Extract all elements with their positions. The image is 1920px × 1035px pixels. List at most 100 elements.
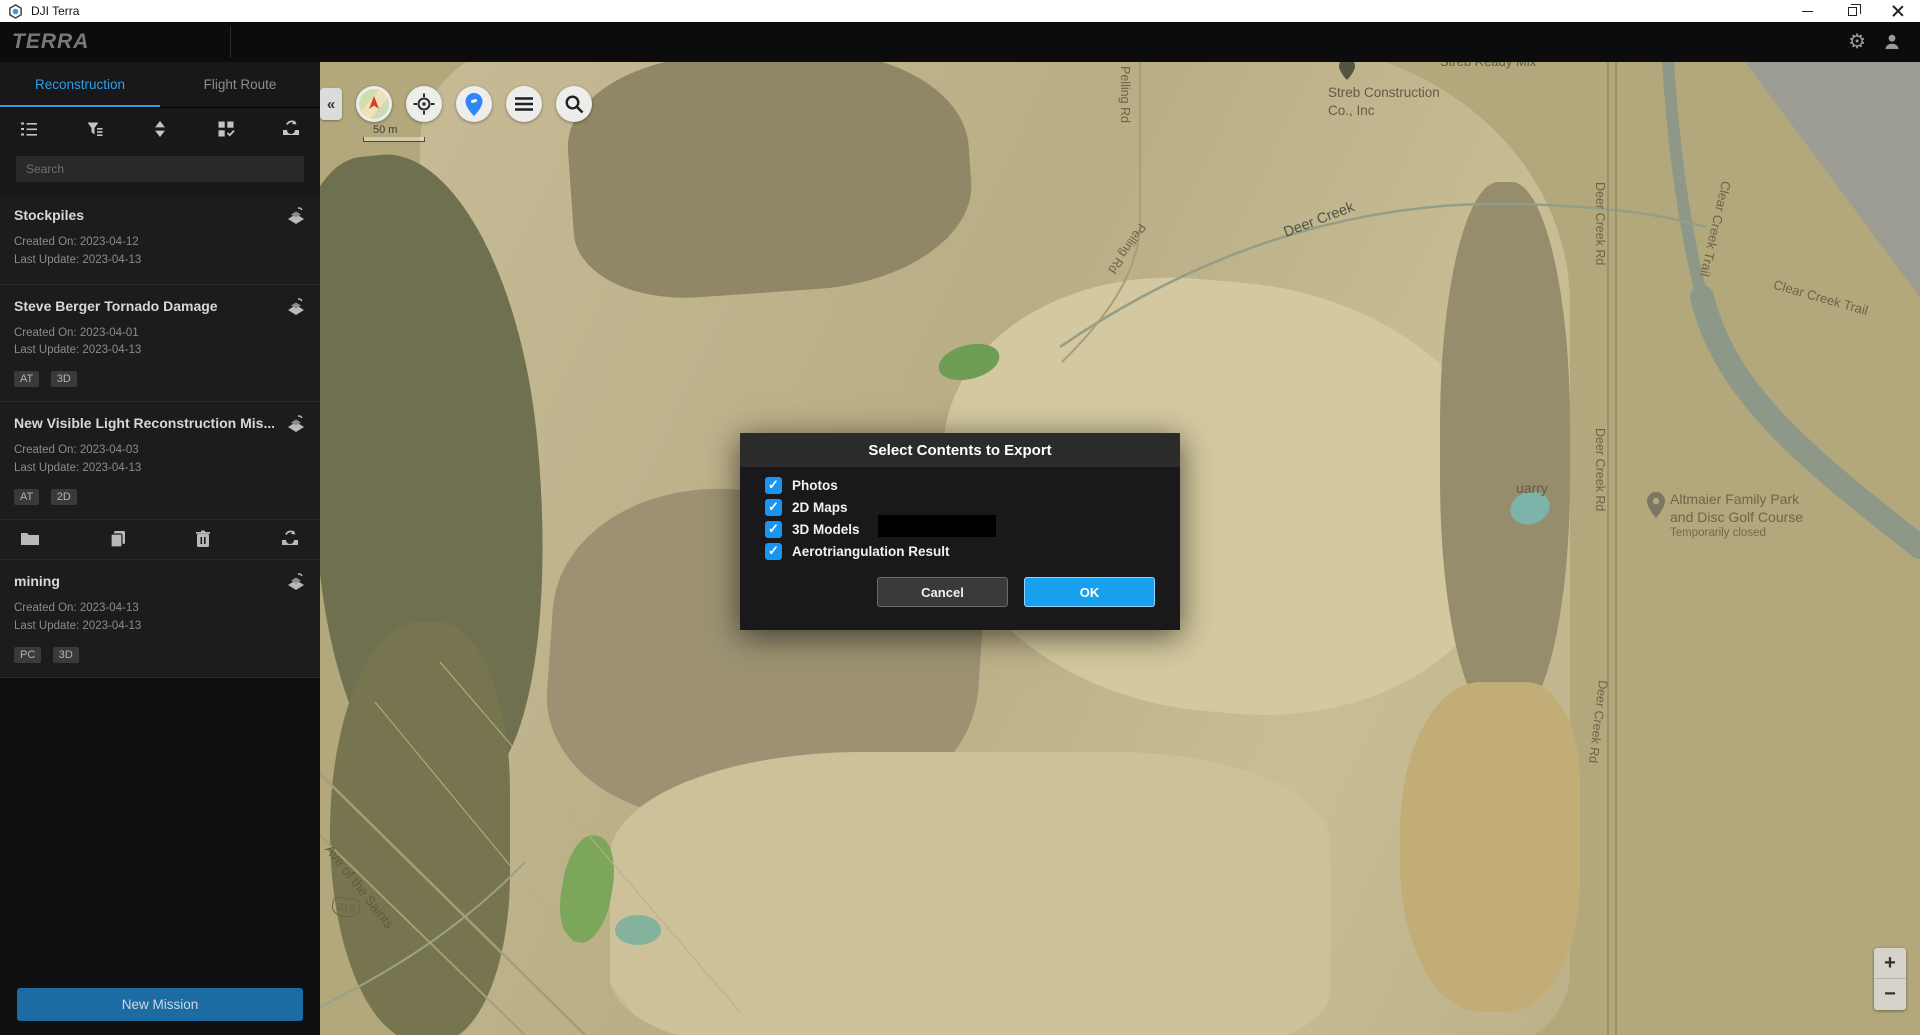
delete-trash-icon[interactable] (195, 530, 211, 548)
option-2d-maps[interactable]: ✓ 2D Maps (765, 498, 848, 516)
badge-at: AT (14, 489, 39, 505)
mission-item-new-visible-light[interactable]: New Visible Light Reconstruction Mis... … (0, 402, 320, 520)
badge-at: AT (14, 371, 39, 387)
mission-item-stockpiles[interactable]: Stockpiles Created On: 2023-04-12 Last U… (0, 194, 320, 285)
map-controls: « (320, 86, 592, 122)
user-profile-icon[interactable] (1882, 32, 1902, 52)
ok-button[interactable]: OK (1024, 577, 1155, 607)
zoom-control: + − (1874, 948, 1906, 1010)
mission-updated: Last Update: 2023-04-13 (14, 618, 306, 636)
reconstruction-type-icon (284, 297, 308, 317)
mission-list-toolbar (0, 108, 320, 150)
checkbox-checked-icon[interactable]: ✓ (765, 543, 782, 560)
option-label: 2D Maps (792, 500, 848, 515)
option-label: Aerotriangulation Result (792, 544, 950, 559)
copy-icon[interactable] (109, 530, 127, 548)
minimize-icon (1802, 11, 1813, 12)
locate-crosshair-icon (413, 93, 435, 115)
reconstruction-type-icon (284, 414, 308, 434)
option-3d-models[interactable]: ✓ 3D Models (765, 520, 860, 538)
new-mission-button[interactable]: New Mission (17, 988, 303, 1021)
tab-flight-route[interactable]: Flight Route (160, 62, 320, 107)
settings-gear-icon[interactable]: ⚙ (1848, 32, 1866, 52)
map-scale: 50 m (363, 124, 425, 142)
mission-title: Steve Berger Tornado Damage (14, 298, 274, 314)
tab-reconstruction[interactable]: Reconstruction (0, 62, 160, 107)
redacted-region (878, 515, 996, 537)
mission-list-empty-area (0, 678, 320, 977)
import-export-icon[interactable] (278, 116, 304, 142)
mission-item-steve-berger[interactable]: Steve Berger Tornado Damage Created On: … (0, 285, 320, 403)
search-container (0, 150, 320, 194)
terra-logo: TERRA (12, 30, 89, 54)
badge-2d: 2D (51, 489, 77, 505)
mission-item-mining[interactable]: mining Created On: 2023-04-13 Last Updat… (0, 560, 320, 678)
check-icon: ✓ (768, 521, 779, 537)
mission-created: Created On: 2023-04-12 (14, 234, 306, 252)
locate-button[interactable] (406, 86, 442, 122)
map-label-streb-ready-mix: Streb Ready Mix (1440, 62, 1536, 69)
map-scale-label: 50 m (373, 124, 425, 136)
restore-button[interactable] (1830, 0, 1875, 22)
mission-title: New Visible Light Reconstruction Mis... (14, 415, 274, 431)
mission-updated: Last Update: 2023-04-13 (14, 342, 306, 360)
search-icon (564, 94, 584, 114)
numbered-list-icon[interactable] (16, 116, 42, 142)
filter-icon[interactable] (82, 116, 108, 142)
minus-icon: − (1884, 983, 1896, 1006)
map-label-altmaier: Altmaier Family Park and Disc Golf Cours… (1670, 490, 1803, 541)
search-input[interactable] (16, 156, 304, 182)
sort-icon[interactable] (147, 116, 173, 142)
map-label-quarry: uarry (1516, 480, 1548, 496)
map-pin-icon (465, 93, 483, 116)
close-icon (1892, 5, 1904, 17)
mission-updated: Last Update: 2023-04-13 (14, 252, 306, 270)
export-dialog-title: Select Contents to Export (740, 433, 1180, 467)
collapse-panel-button[interactable]: « (320, 88, 342, 120)
check-icon: ✓ (768, 477, 779, 493)
altmaier-pin-icon (1646, 492, 1666, 518)
zoom-out-button[interactable]: − (1874, 979, 1906, 1010)
header-divider (230, 26, 231, 58)
sidebar-tabs: Reconstruction Flight Route (0, 62, 320, 108)
checkbox-checked-icon[interactable]: ✓ (765, 477, 782, 494)
mission-updated: Last Update: 2023-04-13 (14, 460, 306, 478)
badge-3d: 3D (51, 371, 77, 387)
mission-actions-row (0, 520, 320, 560)
checkbox-checked-icon[interactable]: ✓ (765, 521, 782, 538)
map-search-button[interactable] (556, 86, 592, 122)
badge-pc: PC (14, 647, 41, 663)
map-label-pelling-rd-1: Pelling Rd (1118, 66, 1132, 123)
layer-list-button[interactable] (506, 86, 542, 122)
close-button[interactable] (1875, 0, 1920, 22)
plus-icon: + (1884, 952, 1896, 975)
reconstruction-type-icon (284, 572, 308, 592)
map-label-deer-creek-rd-1: Deer Creek Rd (1593, 182, 1607, 265)
open-folder-icon[interactable] (20, 530, 40, 548)
tab-flight-route-label: Flight Route (204, 77, 277, 92)
mission-created: Created On: 2023-04-03 (14, 442, 306, 460)
zoom-in-button[interactable]: + (1874, 948, 1906, 979)
check-icon: ✓ (768, 543, 779, 559)
check-icon: ✓ (768, 499, 779, 515)
option-photos[interactable]: ✓ Photos (765, 476, 838, 494)
grid-select-icon[interactable] (213, 116, 239, 142)
place-marker-button[interactable] (456, 86, 492, 122)
reconstruction-type-icon (284, 206, 308, 226)
collapse-icon: « (327, 96, 335, 113)
minimize-button[interactable] (1785, 0, 1830, 22)
option-aerotriangulation[interactable]: ✓ Aerotriangulation Result (765, 542, 950, 560)
app-header: TERRA ⚙ (0, 22, 1920, 62)
mission-created: Created On: 2023-04-01 (14, 325, 306, 343)
tab-reconstruction-label: Reconstruction (35, 77, 125, 92)
checkbox-checked-icon[interactable]: ✓ (765, 499, 782, 516)
export-icon[interactable] (280, 530, 300, 548)
map-scale-bar (363, 137, 425, 142)
sidebar: Reconstruction Flight Route Stockpiles C… (0, 62, 320, 1035)
export-dialog: Select Contents to Export ✓ Photos ✓ 2D … (740, 433, 1180, 630)
map-label-altmaier-status: Temporarily closed (1670, 526, 1803, 541)
option-label: 3D Models (792, 522, 860, 537)
map-style-button[interactable] (356, 86, 392, 122)
place-pin-icon (1338, 62, 1356, 80)
cancel-button[interactable]: Cancel (877, 577, 1008, 607)
